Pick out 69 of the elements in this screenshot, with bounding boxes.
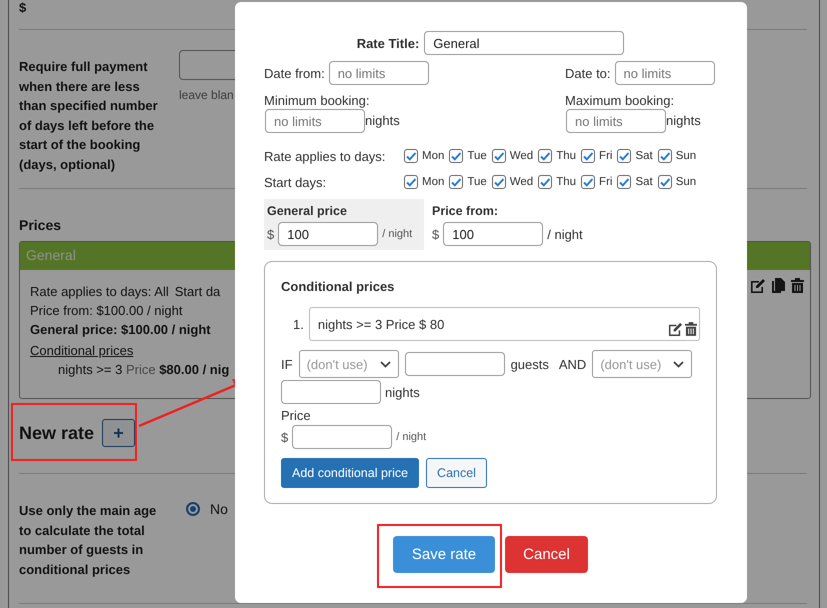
unit-label: nights: [666, 113, 701, 129]
min-booking-label: Minimum booking:: [264, 93, 370, 109]
conditional-prices-heading: Conditional prices: [281, 279, 396, 294]
condition-text: nights >= 3: [58, 362, 122, 377]
general-price-text: General price: $100.00 / night: [30, 321, 211, 339]
day-label: Tue: [467, 176, 487, 188]
day-label: Sat: [635, 176, 653, 188]
guests-label: guests: [510, 356, 549, 372]
new-rate-label: New rate: [19, 422, 94, 444]
cancel-button[interactable]: Cancel: [426, 458, 487, 488]
price-from-field[interactable]: 100: [443, 222, 544, 246]
price-value: $80.00 / nig: [159, 362, 230, 377]
setting-label: Use only the main age to calculate the total number of guests in conditional prices: [19, 502, 158, 579]
rate-days-text: Rate applies to days: All: [30, 283, 169, 301]
currency-label: $: [19, 0, 26, 15]
day-label: Tue: [467, 150, 487, 162]
min-booking-field[interactable]: no limits: [265, 109, 365, 133]
condition-text: nights >= 3 Price $ 80: [318, 316, 444, 332]
max-booking-field[interactable]: no limits: [566, 109, 666, 133]
date-from-field[interactable]: no limits: [328, 61, 429, 85]
day-label: Thu: [556, 176, 576, 188]
day-label: Thu: [556, 150, 576, 162]
day-label: Fri: [599, 150, 612, 162]
unit-label: / night: [547, 226, 583, 242]
nights-label: nights: [385, 384, 420, 400]
add-rate-button[interactable]: +: [102, 419, 136, 447]
days-label: Start days:: [264, 174, 328, 190]
nights-select[interactable]: (don't use): [592, 350, 692, 378]
day-label: Sun: [676, 150, 696, 162]
max-booking-label: Maximum booking:: [565, 93, 676, 109]
radio-label: No: [210, 501, 228, 517]
date-to-field[interactable]: no limits: [614, 61, 715, 85]
date-to-label: Date to:: [565, 66, 611, 80]
price-label: Price: [126, 362, 156, 377]
day-label: Sun: [676, 176, 696, 188]
general-price-field[interactable]: 100: [278, 222, 378, 246]
price-label: Price: [281, 408, 312, 423]
rate-title-label: Rate Title:: [356, 36, 420, 50]
day-label: Fri: [599, 176, 612, 188]
section-heading: Prices: [19, 217, 62, 233]
day-label: Mon: [422, 176, 444, 188]
rate-title-field[interactable]: General: [424, 31, 624, 55]
date-from-label: Date from:: [264, 66, 325, 80]
unit-label: nights: [365, 113, 400, 129]
currency-label: $: [432, 226, 440, 242]
currency-label: $: [267, 226, 274, 242]
unit-label: / night: [382, 228, 412, 240]
start-days-text: Start da: [174, 283, 220, 301]
add-conditional-price-button[interactable]: Add conditional price: [281, 458, 420, 488]
cancel-button[interactable]: Cancel: [505, 536, 588, 573]
day-label: Wed: [510, 150, 534, 162]
field-hint: leave blan: [179, 88, 234, 102]
card-title: General: [26, 247, 76, 263]
item-number: 1.: [293, 316, 304, 332]
price-from-text: Price from: $100.00 / night: [30, 302, 182, 320]
guests-select[interactable]: (don't use): [298, 350, 399, 378]
and-label: AND: [558, 356, 586, 372]
conditional-prices-link[interactable]: Conditional prices: [30, 341, 134, 360]
if-label: IF: [281, 356, 293, 372]
save-rate-button[interactable]: Save rate: [393, 536, 495, 573]
currency-label: $: [281, 430, 288, 444]
day-label: Mon: [422, 150, 444, 162]
price-from-heading: Price from:: [432, 204, 499, 218]
day-label: Wed: [510, 176, 534, 188]
days-label: Rate applies to days:: [264, 148, 386, 164]
day-label: Sat: [635, 150, 653, 162]
unit-label: / night: [396, 431, 426, 443]
general-price-heading: General price: [267, 204, 348, 218]
setting-label: Require full payment when there are less than specified number of days left before the start of the booking (days, optional): [19, 58, 159, 174]
